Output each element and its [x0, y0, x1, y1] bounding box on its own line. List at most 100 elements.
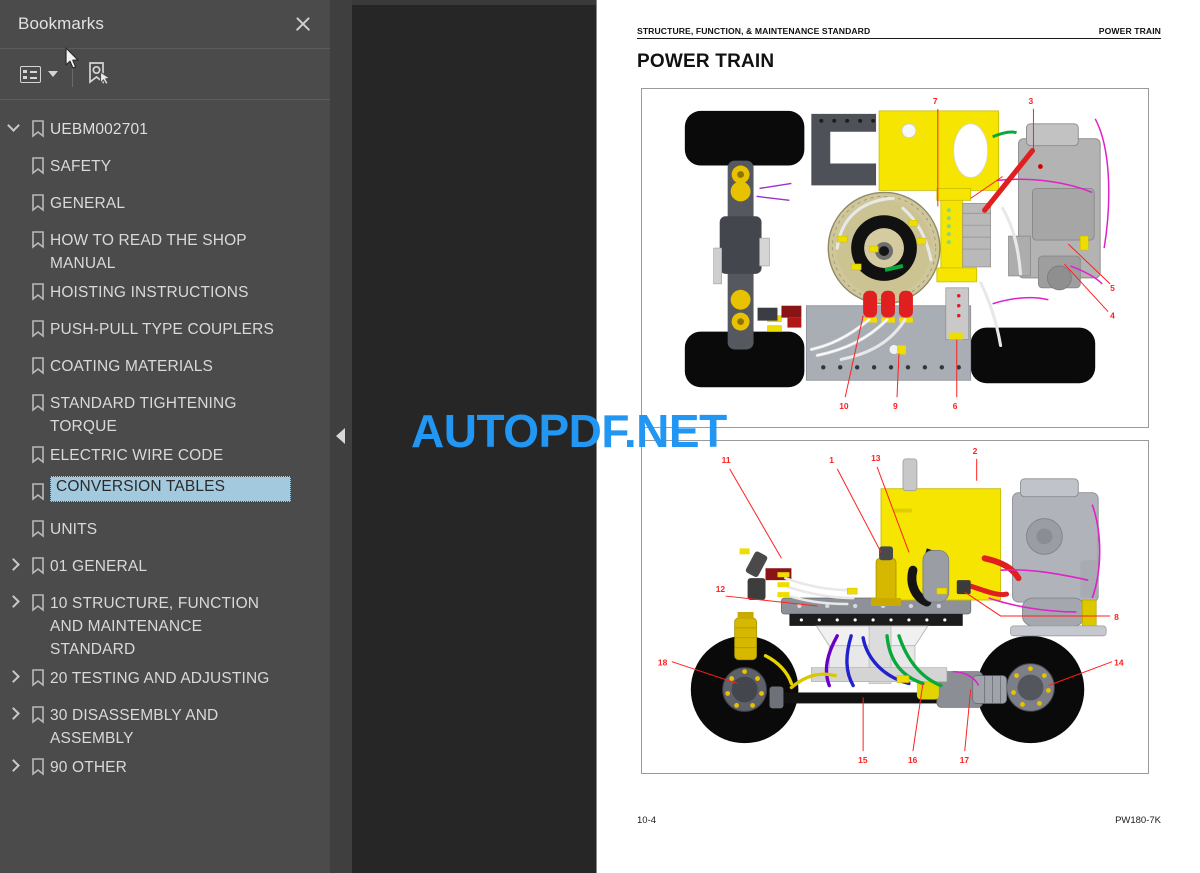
expand-toggle-spacer [0, 312, 26, 323]
expand-toggle-spacer [0, 349, 26, 360]
expand-toggle[interactable] [0, 112, 26, 132]
bookmark-icon [26, 349, 50, 375]
bookmark-item[interactable]: HOW TO READ THE SHOP MANUAL [0, 223, 330, 275]
bookmark-item-label: GENERAL [50, 195, 126, 212]
page-number: 10-4 [637, 815, 657, 826]
callout-14: 14 [1114, 658, 1124, 668]
bookmark-icon [26, 386, 50, 412]
callout-5: 5 [1110, 283, 1115, 293]
sidebar-splitter[interactable] [330, 0, 352, 873]
page-footer: 10-4 PW180-7K [637, 815, 1161, 826]
bookmark-item[interactable]: HOISTING INSTRUCTIONS [0, 275, 330, 312]
bookmarks-panel-header: Bookmarks [0, 0, 330, 49]
bookmark-item[interactable]: 10 STRUCTURE, FUNCTION AND MAINTENANCE S… [0, 586, 330, 661]
figure-power-train-side-view: 13 2 1 11 12 8 18 14 15 16 17 [641, 440, 1149, 774]
page-running-header: STRUCTURE, FUNCTION, & MAINTENANCE STAND… [637, 26, 1161, 39]
bookmark-item-label: HOISTING INSTRUCTIONS [50, 284, 249, 301]
bookmarks-tree[interactable]: UEBM002701 SAFETY GENERAL HOW TO READ THE … [0, 100, 330, 873]
bookmark-options-button[interactable] [18, 59, 60, 89]
bookmark-item-label: UNITS [50, 521, 98, 538]
bookmark-item[interactable]: ELECTRIC WIRE CODE [0, 438, 330, 475]
bookmark-item[interactable]: 30 DISASSEMBLY AND ASSEMBLY [0, 698, 330, 750]
bookmark-item[interactable]: 90 OTHER [0, 750, 330, 787]
bookmark-item[interactable]: 20 TESTING AND ADJUSTING [0, 661, 330, 698]
bookmark-item-label: 01 GENERAL [50, 558, 148, 575]
expand-toggle-spacer [0, 475, 26, 486]
header-left-text: STRUCTURE, FUNCTION, & MAINTENANCE STAND… [637, 26, 871, 36]
bookmark-icon [26, 149, 50, 175]
bookmark-item-label: ELECTRIC WIRE CODE [50, 447, 224, 464]
callout-1: 1 [829, 455, 834, 465]
bookmark-icon [26, 698, 50, 724]
callout-9: 9 [893, 401, 898, 411]
collapse-left-icon[interactable] [336, 428, 345, 444]
callout-12: 12 [716, 584, 726, 594]
bookmark-item-label: 10 STRUCTURE, FUNCTION AND MAINTENANCE S… [50, 595, 260, 658]
new-bookmark-button[interactable] [85, 59, 113, 89]
header-right-text: POWER TRAIN [1098, 26, 1161, 36]
chevron-right-icon [6, 670, 20, 683]
expand-toggle[interactable] [0, 698, 26, 720]
chevron-right-icon [6, 595, 20, 608]
bookmarks-panel-title: Bookmarks [18, 14, 104, 33]
callout-4: 4 [1110, 311, 1115, 321]
bookmark-item-label: COATING MATERIALS [50, 358, 214, 375]
bookmark-icon [26, 312, 50, 338]
bookmark-item-label: STANDARD TIGHTENING TORQUE [50, 395, 237, 435]
bookmark-item-label: HOW TO READ THE SHOP MANUAL [50, 232, 247, 272]
bookmark-item-label: CONVERSION TABLES [50, 476, 291, 502]
callout-13: 13 [871, 453, 881, 463]
bookmark-icon [26, 275, 50, 301]
callout-8: 8 [1114, 612, 1119, 622]
callout-10: 10 [839, 401, 849, 411]
chevron-down-icon [48, 71, 58, 77]
bookmark-icon [26, 475, 50, 501]
bookmark-item-label: SAFETY [50, 158, 112, 175]
figure-power-train-top-view: 7 3 5 4 10 9 6 [641, 88, 1149, 428]
side-view-illustration: 13 2 1 11 12 8 18 14 15 16 17 [642, 441, 1148, 773]
expand-toggle[interactable] [0, 586, 26, 608]
expand-toggle-spacer [0, 149, 26, 160]
bookmark-root-item[interactable]: UEBM002701 [0, 112, 330, 149]
pdf-reader-window: Bookmarks UEBM002701 SAFETY GENERAL HOW … [0, 0, 1200, 873]
expand-toggle-spacer [0, 386, 26, 397]
bookmark-item-label: PUSH-PULL TYPE COUPLERS [50, 321, 274, 338]
bookmarks-toolbar [0, 49, 330, 100]
top-view-illustration: 7 3 5 4 10 9 6 [642, 89, 1148, 427]
callout-17: 17 [960, 755, 970, 765]
chevron-right-icon [6, 558, 20, 571]
callout-7: 7 [933, 96, 938, 106]
bookmark-item[interactable]: CONVERSION TABLES [0, 475, 330, 512]
chevron-right-icon [6, 759, 20, 772]
bookmark-item[interactable]: GENERAL [0, 186, 330, 223]
bookmark-item[interactable]: UNITS [0, 512, 330, 549]
expand-toggle[interactable] [0, 549, 26, 571]
expand-toggle[interactable] [0, 661, 26, 683]
callout-2: 2 [973, 446, 978, 456]
callout-16: 16 [908, 755, 918, 765]
page-title: POWER TRAIN [637, 51, 775, 72]
bookmark-item-label: 30 DISASSEMBLY AND ASSEMBLY [50, 707, 219, 747]
bookmarks-sidebar: Bookmarks UEBM002701 SAFETY GENERAL HOW … [0, 0, 330, 873]
bookmark-icon [26, 549, 50, 575]
bookmark-item-label: 90 OTHER [50, 759, 127, 776]
bookmark-item[interactable]: PUSH-PULL TYPE COUPLERS [0, 312, 330, 349]
list-options-icon [20, 65, 41, 83]
bookmark-item[interactable]: COATING MATERIALS [0, 349, 330, 386]
expand-toggle[interactable] [0, 750, 26, 772]
bookmark-children: SAFETY GENERAL HOW TO READ THE SHOP MANUAL… [0, 149, 330, 787]
bookmark-icon [26, 186, 50, 212]
bookmark-item[interactable]: STANDARD TIGHTENING TORQUE [0, 386, 330, 438]
callout-15: 15 [858, 755, 868, 765]
pdf-page: STRUCTURE, FUNCTION, & MAINTENANCE STAND… [596, 0, 1200, 873]
bookmark-icon [26, 586, 50, 612]
bookmark-item[interactable]: SAFETY [0, 149, 330, 186]
bookmark-icon [26, 112, 50, 138]
bookmark-item[interactable]: 01 GENERAL [0, 549, 330, 586]
pdf-page-viewer[interactable]: STRUCTURE, FUNCTION, & MAINTENANCE STAND… [352, 0, 1200, 873]
bookmark-icon [26, 512, 50, 538]
bookmark-icon [26, 750, 50, 776]
model-number: PW180-7K [1115, 815, 1161, 826]
close-icon[interactable] [290, 11, 316, 37]
expand-toggle-spacer [0, 223, 26, 234]
